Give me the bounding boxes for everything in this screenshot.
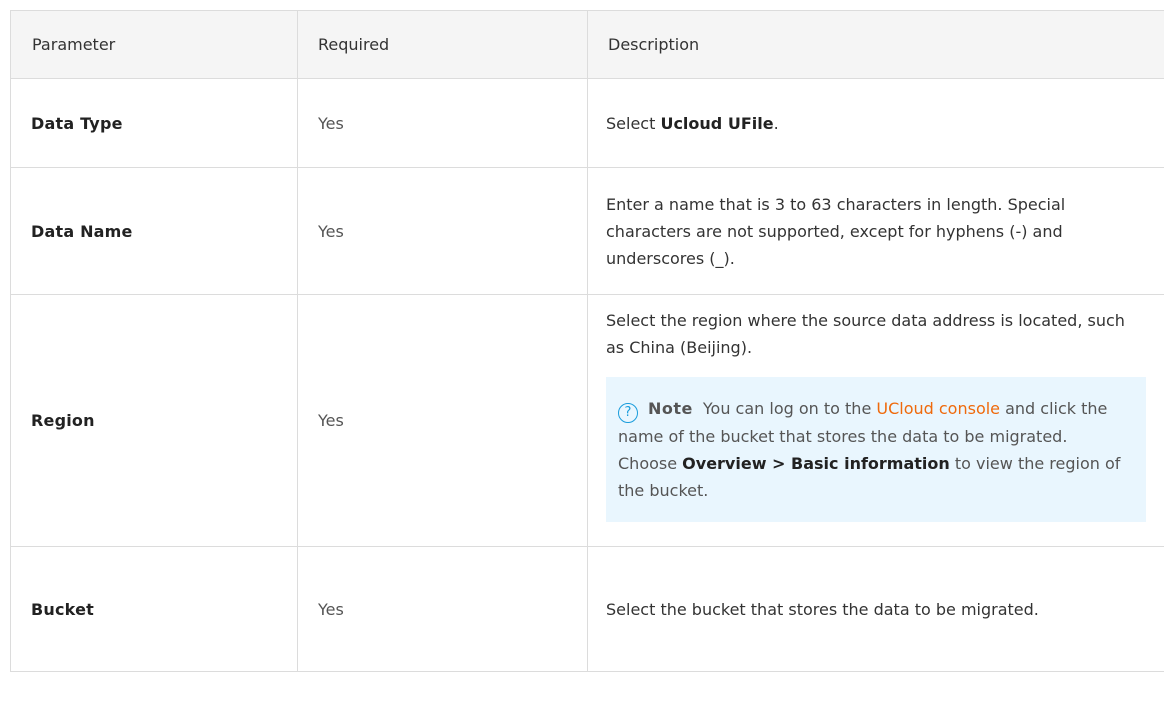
required-value: Yes	[297, 546, 588, 672]
header-description: Description	[587, 10, 1164, 79]
param-name-data-name: Data Name	[10, 167, 298, 295]
table-row: Data Name Yes Enter a name that is 3 to …	[10, 167, 1164, 295]
header-required: Required	[297, 10, 588, 79]
table-header-row: Parameter Required Description	[10, 10, 1164, 79]
description-text: Select	[606, 113, 661, 133]
table-row: Region Yes Select the region where the s…	[10, 294, 1164, 547]
required-value: Yes	[297, 167, 588, 295]
description-cell: Select Ucloud UFile.	[587, 78, 1164, 168]
question-circle-icon: ?	[618, 403, 638, 423]
parameter-table: Parameter Required Description Data Type…	[10, 10, 1164, 672]
required-value: Yes	[297, 294, 588, 547]
param-name-bucket: Bucket	[10, 546, 298, 672]
ucloud-console-link[interactable]: UCloud console	[876, 399, 1000, 418]
note-label: Note	[648, 399, 693, 418]
parameter-table-container: Parameter Required Description Data Type…	[0, 0, 1164, 707]
note-box: ? Note You can log on to the UCloud consol…	[606, 377, 1146, 522]
header-parameter: Parameter	[10, 10, 298, 79]
note-text: You can log on to the	[702, 399, 877, 418]
table-row: Bucket Yes Select the bucket that stores…	[10, 546, 1164, 672]
note-header: ? Note	[618, 395, 693, 423]
param-name-region: Region	[10, 294, 298, 547]
menu-path: Overview > Basic information	[682, 454, 950, 473]
param-name-data-type: Data Type	[10, 78, 298, 168]
description-text: .	[773, 113, 779, 133]
description-bold: Ucloud UFile	[660, 113, 774, 133]
description-cell: Enter a name that is 3 to 63 characters …	[587, 167, 1164, 295]
description-text: Select the region where the source data …	[606, 311, 1125, 357]
required-value: Yes	[297, 78, 588, 168]
description-cell: Select the region where the source data …	[587, 294, 1164, 547]
table-row: Data Type Yes Select Ucloud UFile.	[10, 78, 1164, 168]
description-cell: Select the bucket that stores the data t…	[587, 546, 1164, 672]
